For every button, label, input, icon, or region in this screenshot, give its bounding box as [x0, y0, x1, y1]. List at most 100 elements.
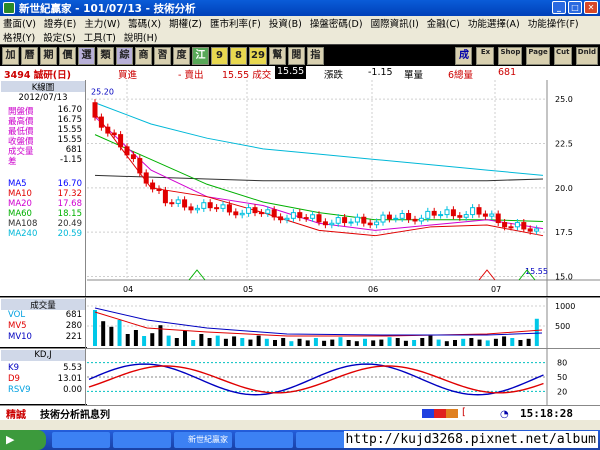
- candle-body: [521, 222, 527, 230]
- volume-bar: [502, 336, 507, 346]
- toolbar-button[interactable]: 江: [192, 46, 209, 65]
- menu-item[interactable]: 功能選擇(A): [468, 16, 520, 30]
- volume-bar: [518, 340, 523, 346]
- stat-value: 15.55: [57, 125, 82, 135]
- unit-label: 單量: [404, 70, 424, 81]
- volume-bar: [420, 338, 425, 346]
- candle-body: [489, 213, 495, 217]
- sell-label: - 賣出: [178, 70, 204, 81]
- toolbar-button[interactable]: 幫: [268, 46, 286, 65]
- toolbar-tool-button[interactable]: Dnld: [575, 46, 598, 65]
- toolbar-button[interactable]: 習: [154, 46, 171, 65]
- menu-item[interactable]: 格視(Y): [3, 30, 35, 44]
- volume-bar: [338, 337, 343, 346]
- candle-body: [470, 207, 476, 216]
- toolbar-tool-button[interactable]: Ex: [476, 46, 495, 65]
- candle-body: [438, 214, 444, 217]
- candle-body: [303, 217, 309, 220]
- candle-body: [534, 228, 540, 232]
- candle-body: [354, 216, 360, 223]
- candle-body: [278, 216, 284, 221]
- toolbar-button[interactable]: 閱: [287, 46, 305, 65]
- volume-bar: [428, 335, 433, 346]
- toolbar-button[interactable]: 綜: [116, 46, 133, 65]
- menu-item[interactable]: 功能操作(F): [528, 16, 579, 30]
- menu-item[interactable]: 說明(H): [124, 30, 158, 44]
- taskbar-item[interactable]: [52, 432, 110, 448]
- kd-tick-label: 20: [557, 387, 567, 396]
- close-button[interactable]: ✕: [584, 1, 598, 14]
- volume-bar: [526, 338, 531, 346]
- toolbar-button[interactable]: 期: [40, 46, 57, 65]
- volume-bar: [510, 338, 515, 346]
- candle-body: [137, 158, 143, 174]
- candle-body: [252, 207, 258, 214]
- ma-value: 18.15: [57, 209, 82, 219]
- candle-body: [214, 207, 220, 210]
- candle-body: [246, 207, 252, 214]
- toolbar-button[interactable]: 指: [306, 46, 324, 65]
- toolbar-button[interactable]: 選: [78, 46, 95, 65]
- volume-bar: [387, 337, 392, 346]
- minimize-button[interactable]: _: [552, 1, 566, 14]
- toolbar-button[interactable]: 8: [230, 46, 247, 65]
- volume-bar: [93, 310, 97, 346]
- toolbar-tool-button[interactable]: Page: [526, 46, 550, 65]
- k-line-chart[interactable]: 25.022.520.017.515.004 05 06 0725.2015.55: [87, 80, 600, 296]
- candle-body: [92, 102, 98, 118]
- app-icon: [3, 2, 15, 14]
- menu-item[interactable]: 畫面(V): [3, 16, 36, 30]
- menu-item[interactable]: 匯市利率(F): [210, 16, 261, 30]
- candle-body: [431, 210, 437, 216]
- candle-body: [239, 212, 245, 216]
- toolbar-tool-button[interactable]: 成: [455, 46, 473, 65]
- volume-bar: [444, 341, 449, 346]
- taskbar-item[interactable]: [113, 432, 171, 448]
- maximize-button[interactable]: □: [568, 1, 582, 14]
- kd-panel: KD,J K9 5.53 D9 13.01 RSV9 0.00 80 50 20: [0, 348, 600, 405]
- kd-chart[interactable]: 80 50 20: [87, 349, 600, 405]
- status-time: 15:18:28: [520, 407, 573, 420]
- menu-item[interactable]: 期權(Z): [169, 16, 202, 30]
- candle-body: [386, 214, 392, 220]
- menu-item[interactable]: 主力(W): [84, 16, 120, 30]
- volume-bar: [493, 338, 498, 346]
- start-button[interactable]: ▶: [0, 430, 46, 450]
- toolbar-button[interactable]: 度: [173, 46, 190, 65]
- toolbar-button[interactable]: 價: [59, 46, 76, 65]
- volume-value: 681: [498, 67, 517, 78]
- menu-item[interactable]: 證券(E): [44, 16, 76, 30]
- menu-item[interactable]: 操盤密碼(D): [310, 16, 363, 30]
- toolbar-button[interactable]: 29: [249, 46, 267, 65]
- taskbar-item[interactable]: [235, 432, 293, 448]
- toolbar-tool-button[interactable]: Shop: [498, 46, 523, 65]
- toolbar-tool-button[interactable]: Cut: [553, 46, 572, 65]
- candle-body: [297, 212, 303, 219]
- candle-body: [271, 209, 277, 218]
- toolbar-button[interactable]: 9: [211, 46, 228, 65]
- menu-item[interactable]: 設定(S): [43, 30, 75, 44]
- toolbar-button[interactable]: 類: [97, 46, 114, 65]
- volume-bar: [240, 338, 245, 346]
- menu-item[interactable]: 投資(B): [269, 16, 302, 30]
- candle-body: [258, 212, 264, 215]
- toolbar-button[interactable]: 商: [135, 46, 152, 65]
- toolbar-button[interactable]: 曆: [21, 46, 38, 65]
- toolbar-button[interactable]: 加: [2, 46, 19, 65]
- candle-body: [156, 188, 162, 191]
- menu-item[interactable]: 工具(T): [84, 30, 116, 44]
- volume-series-value: 221: [65, 332, 82, 342]
- volume-bar: [363, 338, 367, 346]
- connection-indicator: [422, 409, 458, 418]
- volume-series-value: 681: [65, 310, 82, 320]
- ma-value: 17.68: [57, 199, 82, 209]
- volume-chart[interactable]: 1000 500: [87, 298, 600, 348]
- x-tick-label: 06: [368, 285, 378, 294]
- taskbar-item[interactable]: 新世紀贏家: [174, 432, 232, 448]
- menu-item[interactable]: 籌碼(X): [128, 16, 161, 30]
- menu-item[interactable]: 金融(C): [427, 16, 460, 30]
- x-tick-label: 07: [491, 285, 501, 294]
- volume-bar: [125, 334, 130, 346]
- menu-item[interactable]: 國際資訊(I): [371, 16, 419, 30]
- volume-bar: [313, 338, 318, 346]
